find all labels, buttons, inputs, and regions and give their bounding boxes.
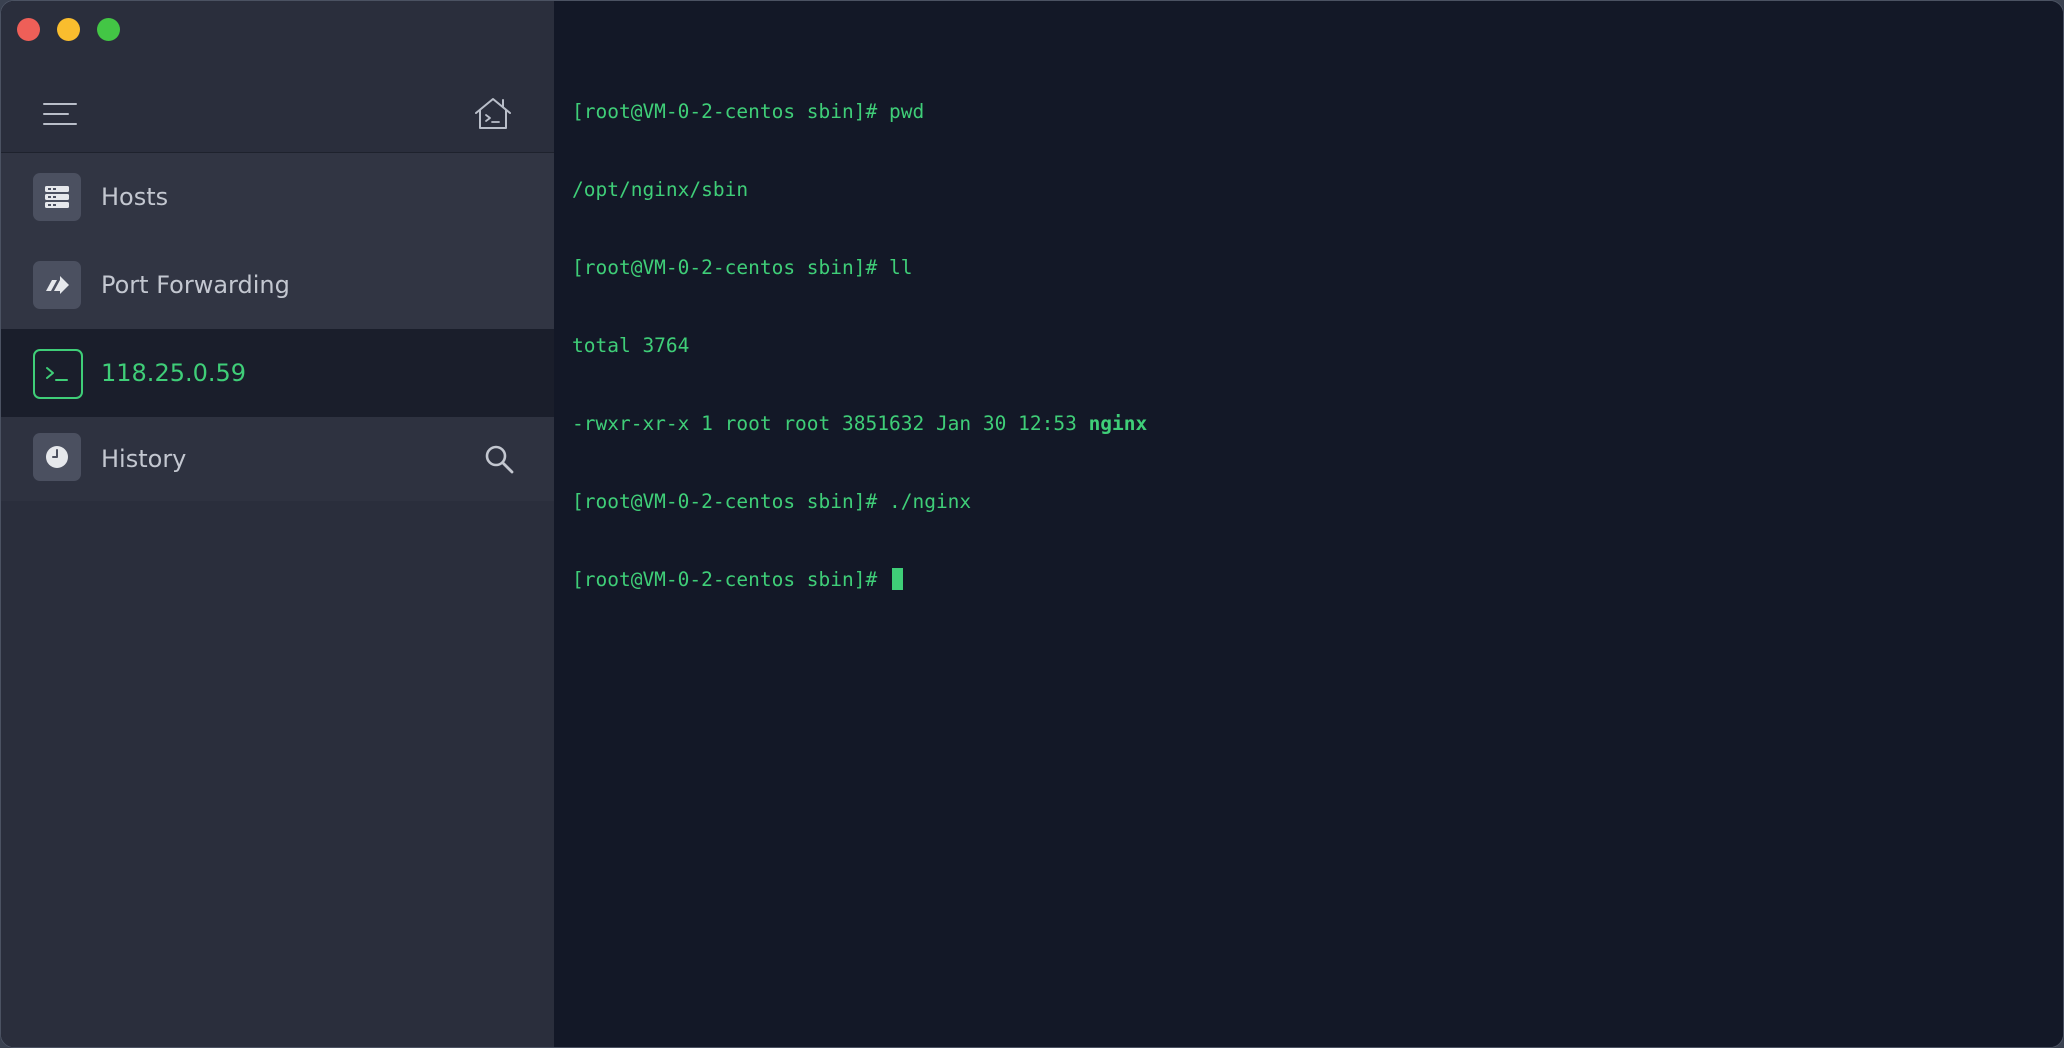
port-forward-arrow-icon <box>33 261 81 309</box>
terminal-line: total 3764 <box>572 333 1147 359</box>
terminal-line-text: [root@VM-0-2-centos sbin]# <box>572 568 889 591</box>
terminal-line-text: [root@VM-0-2-centos sbin]# ./nginx <box>572 490 972 513</box>
terminal-output: [root@VM-0-2-centos sbin]# pwd /opt/ngin… <box>572 47 1147 645</box>
close-window-button[interactable] <box>17 18 40 41</box>
terminal-prompt-line[interactable]: [root@VM-0-2-centos sbin]# <box>572 567 1147 593</box>
terminal-line-text: [root@VM-0-2-centos sbin]# ll <box>572 256 913 279</box>
sidebar-item-port-forwarding[interactable]: Port Forwarding <box>1 241 554 329</box>
clock-icon <box>33 433 81 481</box>
sidebar-header <box>1 1 554 153</box>
app-window: Hosts Port Forwarding 118.25.0.59 Histor… <box>0 0 2064 1048</box>
sidebar-item-label: History <box>101 445 187 473</box>
terminal-line: [root@VM-0-2-centos sbin]# ll <box>572 255 1147 281</box>
terminal-line-text: [root@VM-0-2-centos sbin]# pwd <box>572 100 925 123</box>
sidebar-item-label: Hosts <box>101 183 169 211</box>
sidebar-item-label: Port Forwarding <box>101 271 290 299</box>
terminal-line-text: total 3764 <box>572 334 690 357</box>
terminal-filename-bold: nginx <box>1088 412 1148 435</box>
sidebar-empty-area <box>1 501 554 1047</box>
home-terminal-icon[interactable] <box>473 95 513 131</box>
server-icon <box>33 173 81 221</box>
sidebar-item-hosts[interactable]: Hosts <box>1 153 554 241</box>
maximize-window-button[interactable] <box>97 18 120 41</box>
terminal-pane[interactable]: [root@VM-0-2-centos sbin]# pwd /opt/ngin… <box>554 1 2063 1047</box>
hamburger-menu-icon[interactable] <box>43 101 77 127</box>
sidebar-item-history[interactable]: History <box>1 417 554 501</box>
terminal-prompt-icon <box>33 349 83 399</box>
terminal-cursor <box>891 568 903 590</box>
terminal-line-text: -rwxr-xr-x 1 root root 3851632 Jan 30 12… <box>572 412 1089 435</box>
terminal-line: [root@VM-0-2-centos sbin]# pwd <box>572 99 1147 125</box>
sidebar: Hosts Port Forwarding 118.25.0.59 Histor… <box>1 1 554 1047</box>
sidebar-item-session[interactable]: 118.25.0.59 <box>1 329 554 417</box>
terminal-line: /opt/nginx/sbin <box>572 177 1147 203</box>
minimize-window-button[interactable] <box>57 18 80 41</box>
terminal-line: -rwxr-xr-x 1 root root 3851632 Jan 30 12… <box>572 411 1147 437</box>
sidebar-nav: Hosts Port Forwarding <box>1 153 554 329</box>
terminal-line-text: /opt/nginx/sbin <box>572 178 749 201</box>
terminal-line: [root@VM-0-2-centos sbin]# ./nginx <box>572 489 1147 515</box>
search-icon[interactable] <box>483 443 515 475</box>
session-label: 118.25.0.59 <box>101 359 247 387</box>
